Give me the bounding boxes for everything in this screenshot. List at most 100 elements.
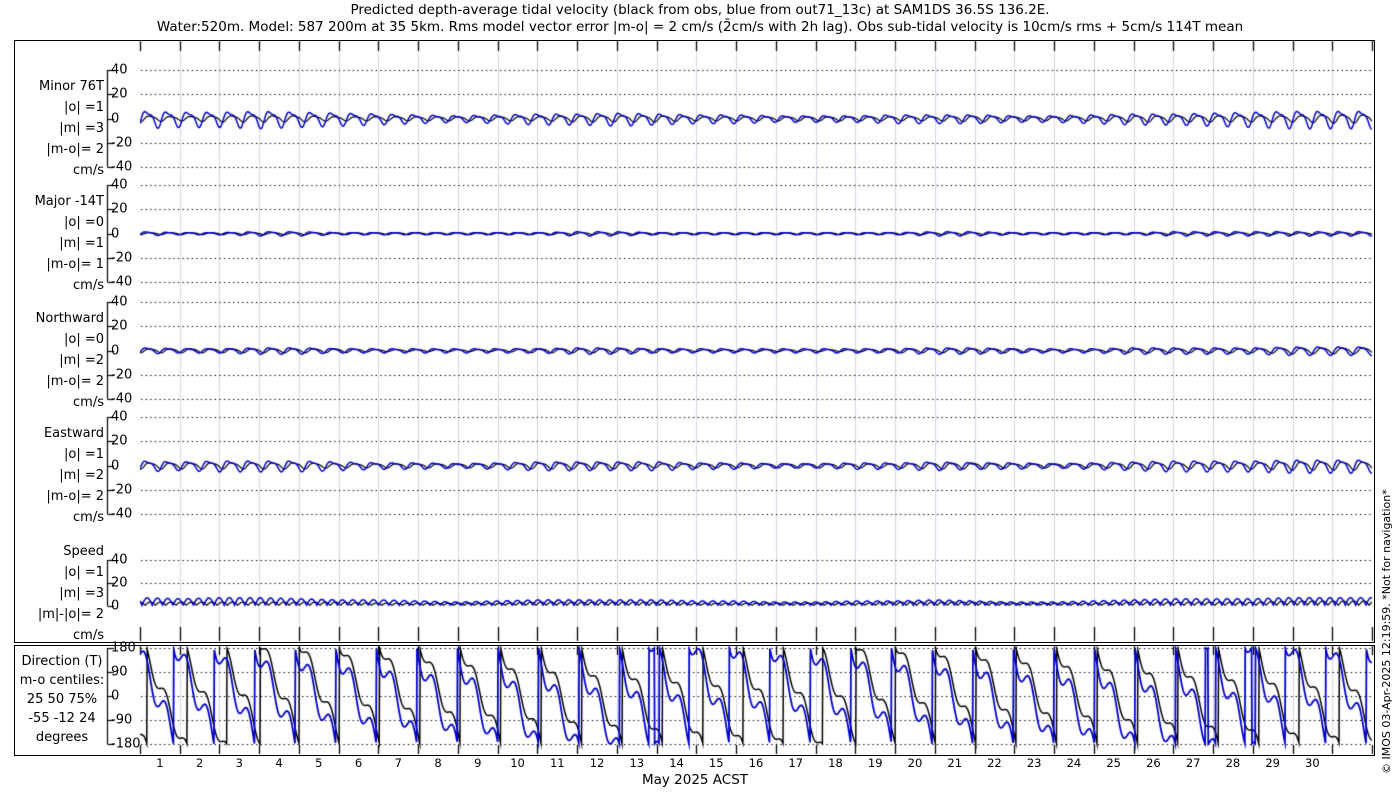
y-tick-label: 40	[111, 177, 128, 193]
x-tick-day-label: 8	[434, 756, 442, 770]
y-tick-label: 20	[111, 86, 128, 102]
x-axis-label: May 2025 ACST	[641, 772, 749, 788]
x-tick-day-label: 26	[1146, 756, 1161, 770]
y-tick-label: 20	[111, 318, 128, 334]
watermark: © IMOS 03-Apr-2025 12:19:59. *Not for na…	[1380, 489, 1393, 774]
panel-direction-centile-values: -55 -12 24	[28, 711, 96, 726]
figure-subtitle: Water:520m. Model: 587 200m at 35 5km. R…	[156, 19, 1244, 35]
panel-eastward-error-rms: |m-o|= 2	[46, 489, 104, 504]
y-tick-label: 40	[111, 409, 128, 425]
panel-northward-units: cm/s	[73, 395, 104, 410]
panel-minor-error-rms: |m-o|= 2	[46, 142, 104, 157]
x-tick-day-label: 19	[867, 756, 883, 770]
x-tick-day-label: 25	[1106, 756, 1121, 770]
panel-minor-model-rms: |m| =3	[59, 121, 104, 136]
y-tick-label: 20	[111, 201, 128, 217]
panel-minor-units: cm/s	[73, 163, 104, 178]
x-tick-day-label: 5	[315, 756, 323, 770]
y-tick-label: 40	[111, 294, 128, 310]
panel-northward-model-rms: |m| =2	[59, 353, 104, 368]
panel-direction-units: degrees	[35, 730, 89, 745]
x-tick-day-label: 1	[156, 756, 164, 770]
y-tick-label: -40	[111, 274, 133, 290]
x-tick-day-label: 17	[788, 756, 804, 770]
panel-speed-model-rms: |m| =3	[59, 586, 104, 601]
panel-major-units: cm/s	[73, 278, 104, 293]
panel-major-obs-rms: |o| =0	[63, 215, 104, 230]
panel-major-model-rms: |m| =1	[59, 236, 104, 251]
panel-speed-obs-rms: |o| =1	[63, 565, 104, 580]
y-tick-label: -90	[111, 712, 133, 728]
x-tick-day-label: 24	[1066, 756, 1082, 770]
panel-speed-title: Speed	[63, 544, 104, 559]
panel-major-error-rms: |m-o|= 1	[46, 257, 104, 272]
x-tick-day-label: 9	[474, 756, 482, 770]
x-tick-day-label: 27	[1185, 756, 1201, 770]
x-tick-day-label: 4	[275, 756, 283, 770]
panel-speed-label: Speed |o| =1 |m| =3 |m|-|o|= 2 cm/s	[14, 541, 104, 646]
tidal-prediction-figure: Predicted depth-average tidal velocity (…	[0, 0, 1400, 800]
x-tick-day-label: 2	[195, 756, 204, 770]
x-tick-day-label: 29	[1265, 756, 1280, 770]
x-tick-day-label: 10	[510, 756, 525, 770]
y-tick-label: 0	[111, 111, 120, 126]
y-tick-label: 20	[111, 575, 128, 591]
panel-eastward-obs-rms: |o| =1	[63, 447, 104, 462]
panel-eastward-units: cm/s	[73, 510, 104, 525]
x-tick-day-label: 21	[947, 756, 963, 770]
panel-minor-obs-rms: |o| =1	[63, 100, 104, 115]
y-tick-label: -20	[111, 250, 133, 266]
plot-canvas	[0, 0, 1400, 800]
panel-major-title: Major -14T	[34, 194, 104, 209]
panel-northward-obs-rms: |o| =0	[63, 332, 104, 347]
y-tick-label: -20	[111, 367, 133, 383]
x-tick-day-label: 18	[828, 756, 843, 770]
panel-direction-title: Direction (T)	[21, 654, 103, 669]
x-tick-day-label: 7	[394, 756, 402, 770]
y-tick-label: 0	[111, 343, 120, 358]
x-tick-day-label: 15	[708, 756, 724, 770]
x-tick-day-label: 28	[1225, 756, 1241, 770]
y-tick-label: 40	[111, 62, 128, 78]
panel-speed-units: cm/s	[73, 628, 104, 643]
panel-direction-centiles-caption: m-o centiles:	[19, 673, 105, 688]
panel-minor-title: Minor 76T	[39, 79, 104, 94]
panel-eastward-label: Eastward |o| =1 |m| =2 |m-o|= 2 cm/s	[14, 423, 104, 528]
x-tick-day-label: 12	[589, 756, 605, 770]
panel-northward-error-rms: |m-o|= 2	[46, 374, 104, 389]
panel-eastward-title: Eastward	[43, 426, 104, 441]
x-tick-day-label: 11	[549, 756, 565, 770]
x-tick-day-label: 30	[1305, 756, 1320, 770]
y-tick-label: 0	[111, 226, 120, 241]
panel-minor-label: Minor 76T |o| =1 |m| =3 |m-o|= 2 cm/s	[14, 76, 104, 181]
panel-northward-label: Northward |o| =0 |m| =2 |m-o|= 2 cm/s	[14, 308, 104, 413]
y-tick-label: 40	[111, 552, 128, 568]
panel-speed-error-rms: |m|-|o|= 2	[37, 607, 104, 622]
y-tick-label: 0	[111, 598, 120, 614]
x-tick-day-label: 16	[748, 756, 764, 770]
figure-title: Predicted depth-average tidal velocity (…	[350, 2, 1050, 18]
y-tick-label: -40	[111, 506, 133, 522]
y-tick-label: 0	[111, 458, 120, 473]
x-tick-day-label: 20	[907, 756, 923, 770]
y-tick-label: 90	[111, 664, 128, 680]
x-tick-day-label: 13	[629, 756, 645, 770]
y-tick-label: 20	[111, 433, 128, 449]
y-tick-label: -180	[111, 736, 141, 752]
y-tick-label: -40	[111, 159, 133, 175]
panel-eastward-model-rms: |m| =2	[59, 468, 104, 483]
panel-major-label: Major -14T |o| =0 |m| =1 |m-o|= 1 cm/s	[14, 191, 104, 296]
x-tick-day-label: 14	[669, 756, 684, 770]
x-tick-day-label: 6	[354, 756, 363, 770]
y-tick-label: -20	[111, 482, 133, 498]
panel-northward-title: Northward	[35, 311, 104, 326]
panel-direction-centile-levels: 25 50 75%	[26, 692, 98, 707]
panel-direction-label: Direction (T) m-o centiles: 25 50 75% -5…	[14, 652, 110, 747]
y-tick-label: -40	[111, 391, 133, 407]
y-tick-label: 180	[111, 640, 136, 656]
y-tick-label: -20	[111, 135, 133, 151]
x-tick-day-label: 3	[235, 756, 243, 770]
y-tick-label: 0	[111, 688, 120, 704]
x-tick-day-label: 22	[987, 756, 1002, 770]
x-tick-day-label: 23	[1026, 756, 1042, 770]
